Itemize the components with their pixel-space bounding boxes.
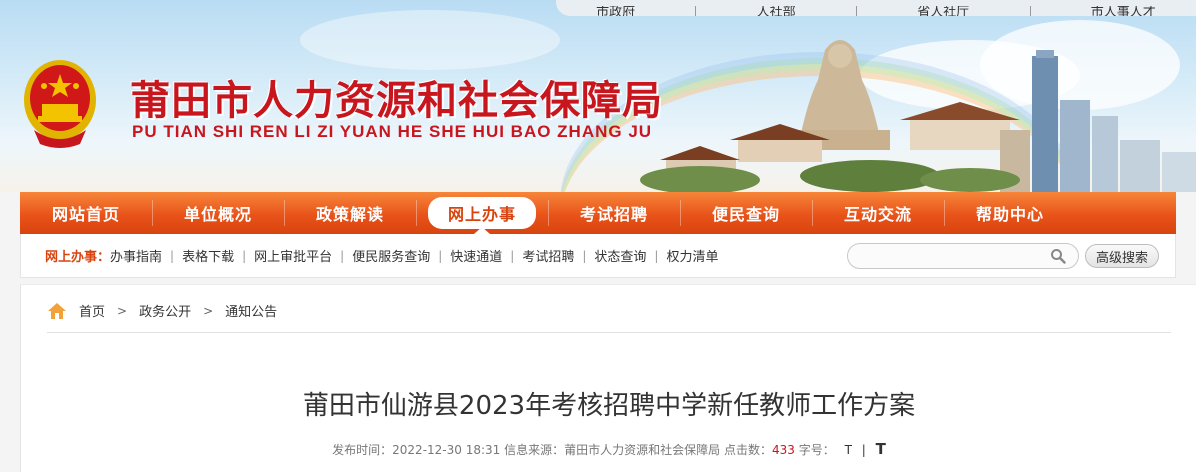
nav-label: 便民查询 bbox=[711, 205, 780, 224]
publish-time: 2022-12-30 18:31 bbox=[392, 443, 501, 457]
divider: | bbox=[438, 248, 443, 263]
nav-item-exams[interactable]: 考试招聘 bbox=[548, 192, 680, 234]
sub-nav-link[interactable]: 权力清单 bbox=[666, 246, 718, 265]
sub-nav-link[interactable]: 便民服务查询 bbox=[352, 246, 430, 265]
sub-nav-link[interactable]: 考试招聘 bbox=[522, 246, 574, 265]
publish-time-label: 发布时间： bbox=[332, 443, 393, 457]
top-links: 市政府 人社部 省人社厅 市人事人才 bbox=[556, 0, 1196, 16]
site-title-pinyin: PU TIAN SHI REN LI ZI YUAN HE SHE HUI BA… bbox=[132, 122, 653, 141]
divider: | bbox=[510, 248, 515, 263]
home-icon bbox=[48, 302, 66, 319]
site-banner: 市政府 人社部 省人社厅 市人事人才 莆田市人力资源和社会保障局 PU TIAN… bbox=[0, 0, 1196, 192]
search-input[interactable] bbox=[847, 243, 1079, 269]
divider: | bbox=[242, 248, 247, 263]
divider: | bbox=[170, 248, 175, 263]
search-icon[interactable] bbox=[1050, 248, 1066, 264]
city-skyline-illustration bbox=[640, 40, 1196, 192]
site-title: 莆田市人力资源和社会保障局 bbox=[130, 77, 663, 124]
nav-item-policy[interactable]: 政策解读 bbox=[284, 192, 416, 234]
article-meta: 发布时间：2022-12-30 18:31 信息来源：莆田市人力资源和社会保障局… bbox=[21, 440, 1196, 458]
sub-nav-link[interactable]: 网上审批平台 bbox=[254, 246, 332, 265]
nav-label: 政策解读 bbox=[315, 205, 384, 224]
divider bbox=[855, 6, 857, 16]
top-link[interactable]: 省人社厅 bbox=[917, 6, 969, 16]
chevron-right-icon: > bbox=[203, 303, 214, 318]
page: 市政府 人社部 省人社厅 市人事人才 莆田市人力资源和社会保障局 PU TIAN… bbox=[0, 0, 1196, 472]
nav-item-overview[interactable]: 单位概况 bbox=[152, 192, 284, 234]
main-nav: 网站首页 单位概况 政策解读 网上办事 考试招聘 便民查询 互动交流 帮助中心 bbox=[20, 192, 1176, 234]
nav-label: 网上办事 bbox=[427, 197, 536, 229]
sub-nav-link[interactable]: 表格下载 bbox=[182, 246, 234, 265]
nav-label: 互动交流 bbox=[843, 205, 912, 224]
divider bbox=[695, 6, 697, 16]
article-title: 莆田市仙游县2023年考核招聘中学新任教师工作方案 bbox=[302, 391, 916, 421]
font-size-small-button[interactable]: T bbox=[845, 443, 852, 457]
font-size-label: 字号： bbox=[798, 443, 835, 457]
breadcrumb-home[interactable]: 首页 bbox=[79, 301, 105, 320]
divider: | bbox=[582, 248, 587, 263]
advanced-search-button[interactable]: 高级搜索 bbox=[1085, 244, 1159, 268]
top-link[interactable]: 市政府 bbox=[596, 6, 635, 16]
breadcrumb-item[interactable]: 通知公告 bbox=[225, 301, 277, 320]
nav-item-home[interactable]: 网站首页 bbox=[20, 192, 152, 234]
views-count: 433 bbox=[772, 443, 795, 457]
sub-nav-link[interactable]: 状态查询 bbox=[594, 246, 646, 265]
font-size-large-button[interactable]: T bbox=[876, 440, 886, 458]
cloud-decoration bbox=[300, 10, 560, 70]
nav-item-interaction[interactable]: 互动交流 bbox=[812, 192, 944, 234]
national-emblem-icon bbox=[24, 60, 96, 148]
nav-label: 帮助中心 bbox=[975, 205, 1044, 224]
breadcrumb-item[interactable]: 政务公开 bbox=[139, 301, 191, 320]
top-link[interactable]: 人社部 bbox=[757, 6, 796, 16]
nav-item-help[interactable]: 帮助中心 bbox=[944, 192, 1076, 234]
divider: | bbox=[861, 443, 866, 457]
nav-label: 网站首页 bbox=[51, 205, 120, 224]
source-label: 信息来源： bbox=[504, 443, 565, 457]
nav-label: 考试招聘 bbox=[579, 205, 648, 224]
chevron-right-icon: > bbox=[117, 303, 128, 318]
divider bbox=[47, 332, 1171, 333]
top-link[interactable]: 市人事人才 bbox=[1091, 6, 1156, 16]
sub-nav-link[interactable]: 办事指南 bbox=[110, 246, 162, 265]
nav-item-public-query[interactable]: 便民查询 bbox=[680, 192, 812, 234]
divider: | bbox=[340, 248, 345, 263]
sub-nav-link[interactable]: 快速通道 bbox=[450, 246, 502, 265]
divider bbox=[1029, 6, 1031, 16]
views-label: 点击数： bbox=[723, 443, 772, 457]
nav-label: 单位概况 bbox=[183, 205, 252, 224]
sub-nav: 网上办事： 办事指南 | 表格下载 | 网上审批平台 | 便民服务查询 | 快速… bbox=[20, 234, 1176, 278]
article-panel: 首页 > 政务公开 > 通知公告 莆田市仙游县2023年考核招聘中学新任教师工作… bbox=[20, 284, 1196, 472]
sub-nav-label: 网上办事： bbox=[45, 250, 111, 265]
divider: | bbox=[654, 248, 659, 263]
breadcrumb: 首页 > 政务公开 > 通知公告 bbox=[47, 301, 277, 320]
source-value: 莆田市人力资源和社会保障局 bbox=[564, 443, 721, 457]
nav-item-online-service[interactable]: 网上办事 bbox=[416, 192, 548, 234]
